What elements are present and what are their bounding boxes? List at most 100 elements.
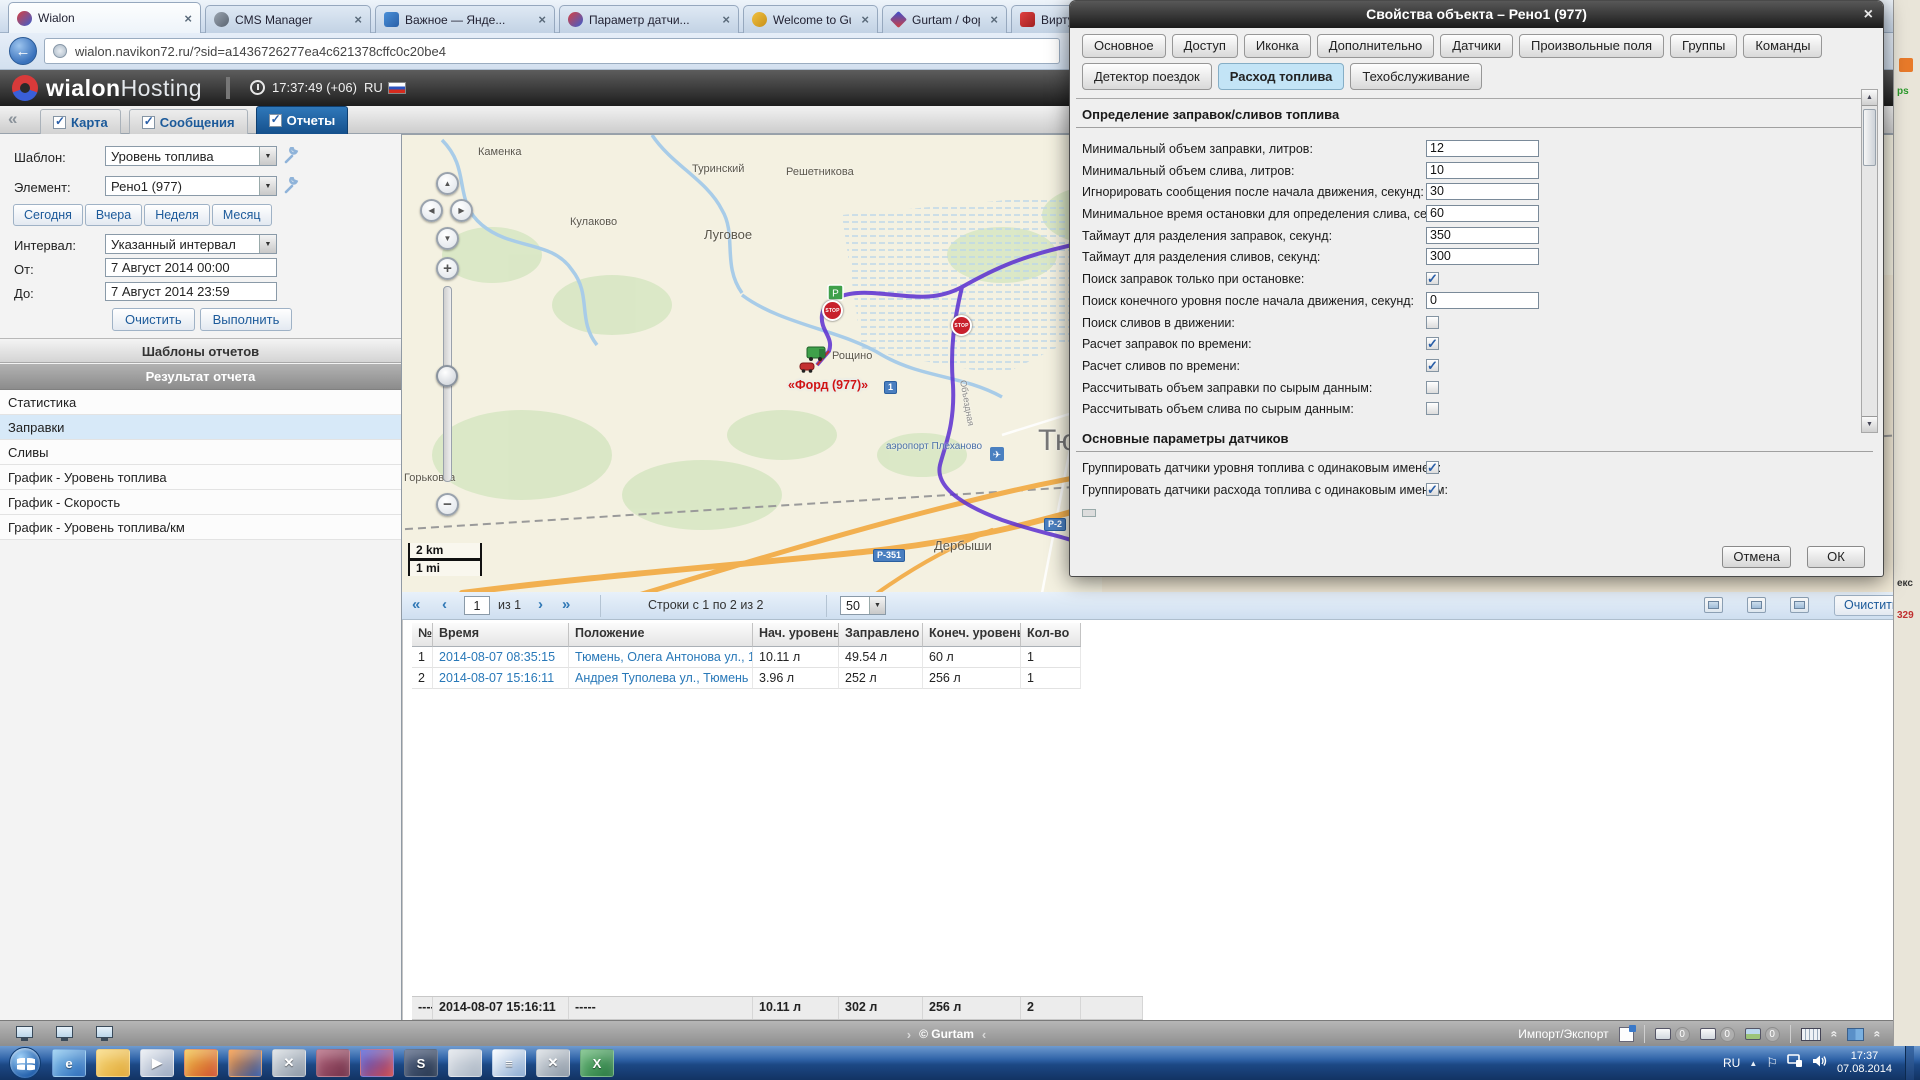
prev-page-button[interactable]: ‹ [442,596,447,613]
browser-tab[interactable]: Параметр датчи... × [559,5,739,33]
execute-button[interactable]: Выполнить [200,308,293,331]
dialog-tab[interactable]: Доступ [1172,34,1238,58]
language-indicator[interactable]: RU [1723,1056,1740,1070]
notification-icon[interactable] [1655,1028,1671,1040]
clear-button[interactable]: Очистить [112,308,195,331]
notification-icon[interactable] [1745,1028,1761,1040]
expand-up-icon[interactable]: « [1871,1031,1885,1038]
import-export-icon[interactable] [1619,1027,1634,1042]
taskbar-clock[interactable]: 17:37 07.08.2014 [1837,1050,1896,1076]
taskbar-icon-internet-explorer[interactable]: e [52,1049,86,1077]
taskbar-icon-media-player[interactable]: ▶ [140,1049,174,1077]
dialog-tab[interactable]: Основное [1082,34,1166,58]
report-templates-header[interactable]: Шаблоны отчетов [0,338,401,363]
page-size-select[interactable]: 50 ▼ [840,596,886,615]
dialog-tab[interactable]: Произвольные поля [1519,34,1664,58]
scroll-up-icon[interactable]: ▲ [1862,90,1877,106]
chevron-down-icon[interactable]: ▼ [259,177,276,195]
address-bar[interactable]: wialon.navikon72.ru/?sid=a1436726277ea4c… [44,38,1060,64]
ok-button[interactable]: ОК [1807,546,1865,568]
field-checkbox[interactable] [1426,272,1439,285]
page-number-input[interactable]: 1 [464,596,490,615]
dialog-tab[interactable]: Группы [1670,34,1737,58]
table-row[interactable]: 22014-08-07 15:16:11Андрея Туполева ул.,… [412,668,1081,689]
nav-tab[interactable]: Карта [40,109,121,134]
back-button[interactable]: ← [9,37,37,65]
taskbar-icon-folder[interactable] [96,1049,130,1077]
field-input[interactable]: 10 [1426,162,1539,179]
tab-close-icon[interactable]: × [857,12,869,27]
from-date-input[interactable]: 7 Август 2014 00:00 [105,258,277,277]
russian-flag-icon[interactable] [388,82,406,94]
panel-view-icon[interactable] [1704,597,1723,613]
collapse-panel-button[interactable]: « [8,109,17,129]
dialog-tab[interactable]: Расход топлива [1218,63,1345,90]
notification-group[interactable]: 0 [1655,1027,1690,1042]
field-input[interactable]: 0 [1426,292,1539,309]
dialog-scrollbar[interactable]: ▲ ▼ [1861,89,1878,433]
dialog-close-icon[interactable]: × [1864,1,1873,28]
field-checkbox[interactable] [1426,316,1439,329]
quick-range-button[interactable]: Неделя [144,204,210,226]
tray-expand-icon[interactable]: ▲ [1749,1059,1757,1068]
dialog-tab[interactable]: Дополнительно [1317,34,1435,58]
keyboard-icon[interactable] [1801,1028,1821,1041]
dialog-title-bar[interactable]: Свойства объекта – Рено1 (977) × [1070,1,1883,28]
tab-close-icon[interactable]: × [534,12,546,27]
to-date-input[interactable]: 7 Август 2014 23:59 [105,282,277,301]
scroll-thumb[interactable] [1863,109,1876,166]
browser-tab[interactable]: Gurtam / Форум... × [882,5,1007,33]
table-row[interactable]: 12014-08-07 08:35:15Тюмень, Олега Антоно… [412,647,1081,668]
export-icon[interactable] [1747,597,1766,613]
book-icon[interactable] [1847,1028,1864,1041]
nav-tab-checkbox[interactable] [142,116,155,129]
notification-icon[interactable] [1700,1028,1716,1040]
show-desktop-button[interactable] [1905,1046,1914,1080]
dialog-tab[interactable]: Техобслуживание [1350,63,1481,90]
print-icon[interactable] [1790,597,1809,613]
cancel-button[interactable]: Отмена [1722,546,1791,568]
taskbar-icon-excel[interactable]: X [580,1049,614,1077]
chevron-down-icon[interactable]: ▼ [259,147,276,165]
report-result-item[interactable]: Статистика [0,390,401,415]
field-checkbox[interactable] [1426,359,1439,372]
tab-close-icon[interactable]: × [986,12,998,27]
field-input[interactable]: 60 [1426,205,1539,222]
last-page-button[interactable]: » [562,596,570,613]
taskbar-icon-firefox[interactable] [228,1049,262,1077]
tab-close-icon[interactable]: × [350,12,362,27]
dialog-tab[interactable]: Иконка [1244,34,1311,58]
taskbar-icon-app-gray[interactable] [448,1049,482,1077]
interval-select[interactable]: Указанный интервал ▼ [105,234,277,254]
dialog-tab[interactable]: Детектор поездок [1082,63,1212,90]
taskbar-icon-app-purple[interactable] [316,1049,350,1077]
nav-tab[interactable]: Отчеты [256,106,349,134]
taskbar-icon-cutting-tool[interactable]: ✕ [272,1049,306,1077]
quick-range-button[interactable]: Месяц [212,204,272,226]
notification-group[interactable]: 0 [1700,1027,1735,1042]
taskbar-icon-app-navy[interactable]: S [404,1049,438,1077]
volume-icon[interactable] [1812,1054,1828,1073]
import-export-button[interactable]: Импорт/Экспорт [1518,1027,1608,1041]
field-checkbox[interactable] [1426,337,1439,350]
expand-up-icon[interactable]: « [1827,1031,1841,1038]
taskbar-icon-chrome[interactable] [184,1049,218,1077]
field-checkbox[interactable] [1426,483,1439,496]
element-select[interactable]: Рено1 (977) ▼ [105,176,277,196]
table-cell[interactable]: Тюмень, Олега Антонова ул., 18 [569,647,753,668]
quick-range-button[interactable]: Сегодня [13,204,83,226]
template-select[interactable]: Уровень топлива ▼ [105,146,277,166]
next-page-button[interactable]: › [538,596,543,613]
browser-tab[interactable]: Важное — Янде... × [375,5,555,33]
first-page-button[interactable]: « [412,596,420,613]
taskbar-icon-notepad[interactable]: ≡ [492,1049,526,1077]
report-result-item[interactable]: График - Скорость [0,490,401,515]
chevron-down-icon[interactable]: ▼ [869,597,885,614]
scroll-down-icon[interactable]: ▼ [1862,416,1877,432]
browser-tab[interactable]: Wialon × [8,2,201,33]
chevron-down-icon[interactable]: ▼ [259,235,276,253]
field-checkbox[interactable] [1426,402,1439,415]
dialog-tab[interactable]: Команды [1743,34,1822,58]
field-input[interactable]: 12 [1426,140,1539,157]
report-result-header[interactable]: Результат отчета [0,364,401,390]
